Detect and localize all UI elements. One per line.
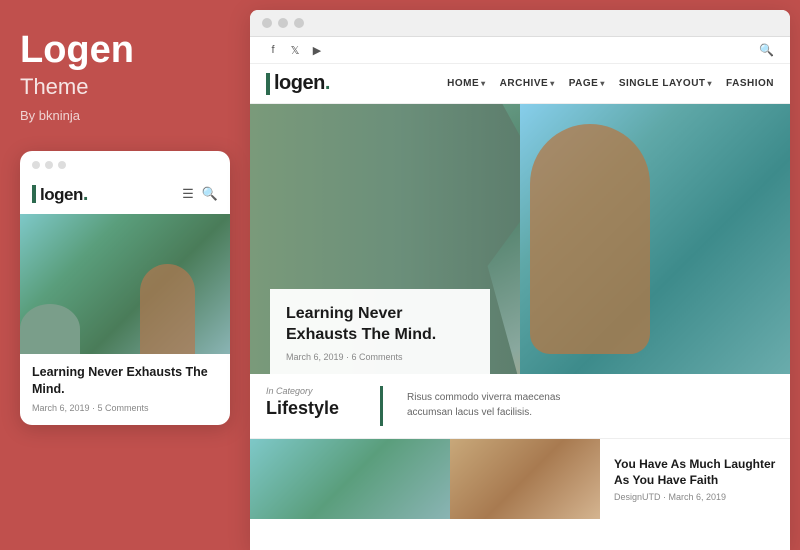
bottom-row: You Have As Much Laughter As You Have Fa… (250, 439, 790, 519)
nav-single-label: SINGLE LAYOUT (619, 78, 706, 89)
brand-title: Logen Theme (20, 30, 134, 100)
nav-home-label: HOME (447, 78, 479, 89)
below-hero-section: In Category Lifestyle Risus commodo vive… (250, 374, 790, 439)
hero-post-title: Learning Never Exhausts The Mind. (286, 303, 474, 346)
mobile-card-content: Learning Never Exhausts The Mind. March … (20, 354, 230, 425)
category-section: In Category Lifestyle (266, 386, 356, 426)
mobile-logo: logen. (32, 183, 88, 206)
bottom-article[interactable]: You Have As Much Laughter As You Have Fa… (600, 439, 790, 519)
nav-archive-label: ARCHIVE (500, 78, 549, 89)
brand-name: Logen (20, 30, 134, 72)
logo-accent-bar (32, 185, 36, 203)
logo-period: . (325, 72, 330, 94)
mobile-post-title: Learning Never Exhausts The Mind. (32, 364, 218, 399)
nav-page[interactable]: PAGE ▾ (569, 78, 605, 89)
category-title[interactable]: Lifestyle (266, 398, 356, 419)
hamburger-icon[interactable]: ☰ (182, 186, 194, 202)
category-divider (380, 386, 383, 426)
nav-home-arrow: ▾ (481, 79, 486, 88)
category-label: In Category (266, 386, 356, 396)
browser-dot-red (262, 18, 272, 28)
mobile-post-meta: March 6, 2019 · 5 Comments (32, 403, 218, 413)
mobile-nav-icons[interactable]: ☰ 🔍 (182, 186, 218, 202)
site-logo-accent (266, 73, 270, 95)
browser-content: f 𝕏 ▶ 🔍 logen. HOME ▾ ARCHIVE ▾ PAGE ▾ S… (250, 37, 790, 550)
mobile-preview-card: logen. ☰ 🔍 Learning Never Exhausts The M… (20, 151, 230, 425)
browser-dot-yellow (278, 18, 288, 28)
window-dot-3 (58, 161, 66, 169)
youtube-icon[interactable]: ▶ (310, 43, 324, 57)
search-icon[interactable]: 🔍 (202, 186, 218, 202)
browser-window: f 𝕏 ▶ 🔍 logen. HOME ▾ ARCHIVE ▾ PAGE ▾ S… (250, 10, 790, 550)
site-menu: HOME ▾ ARCHIVE ▾ PAGE ▾ SINGLE LAYOUT ▾ … (447, 78, 774, 89)
site-search-icon[interactable]: 🔍 (759, 43, 774, 57)
hero-figure (530, 124, 650, 354)
site-logo[interactable]: logen. (266, 72, 330, 95)
nav-single-arrow: ▾ (708, 79, 713, 88)
nav-home[interactable]: HOME ▾ (447, 78, 486, 89)
bottom-image-1 (250, 439, 450, 519)
mobile-logo-text: logen. (40, 183, 88, 206)
bottom-article-title: You Have As Much Laughter As You Have Fa… (614, 456, 776, 488)
left-panel: Logen Theme By bkninja logen. ☰ 🔍 Learni… (0, 0, 250, 550)
nav-fashion[interactable]: FASHION (726, 78, 774, 89)
window-dot-1 (32, 161, 40, 169)
nav-single-layout[interactable]: SINGLE LAYOUT ▾ (619, 78, 712, 89)
brand-subtitle: Theme (20, 74, 134, 100)
browser-chrome (250, 10, 790, 37)
image-rocks (20, 304, 80, 354)
nav-archive-arrow: ▾ (550, 79, 555, 88)
mobile-hero-image (20, 214, 230, 354)
nav-page-label: PAGE (569, 78, 599, 89)
social-icons: f 𝕏 ▶ (266, 43, 324, 57)
logo-name: logen (274, 72, 325, 94)
nav-fashion-label: FASHION (726, 78, 774, 89)
window-dot-2 (45, 161, 53, 169)
mobile-logo-bar: logen. ☰ 🔍 (20, 179, 230, 214)
logo-dot: . (83, 183, 88, 205)
twitter-icon[interactable]: 𝕏 (288, 43, 302, 57)
hero-post-meta: March 6, 2019 · 6 Comments (286, 352, 474, 362)
image-figure (140, 264, 195, 354)
site-topbar: f 𝕏 ▶ 🔍 (250, 37, 790, 64)
hero-overlay-card[interactable]: Learning Never Exhausts The Mind. March … (270, 289, 490, 374)
browser-dot-green (294, 18, 304, 28)
site-nav: logen. HOME ▾ ARCHIVE ▾ PAGE ▾ SINGLE LA… (250, 64, 790, 104)
mobile-card-header (20, 151, 230, 179)
category-description: Risus commodo viverra maecenas accumsan … (407, 390, 607, 426)
author-label: By bkninja (20, 108, 80, 123)
nav-page-arrow: ▾ (600, 79, 605, 88)
bottom-article-meta: DesignUTD · March 6, 2019 (614, 492, 776, 502)
site-logo-text: logen. (274, 72, 330, 95)
nav-archive[interactable]: ARCHIVE ▾ (500, 78, 555, 89)
hero-section: Learning Never Exhausts The Mind. March … (250, 104, 790, 374)
bottom-image-2 (450, 439, 600, 519)
facebook-icon[interactable]: f (266, 43, 280, 57)
